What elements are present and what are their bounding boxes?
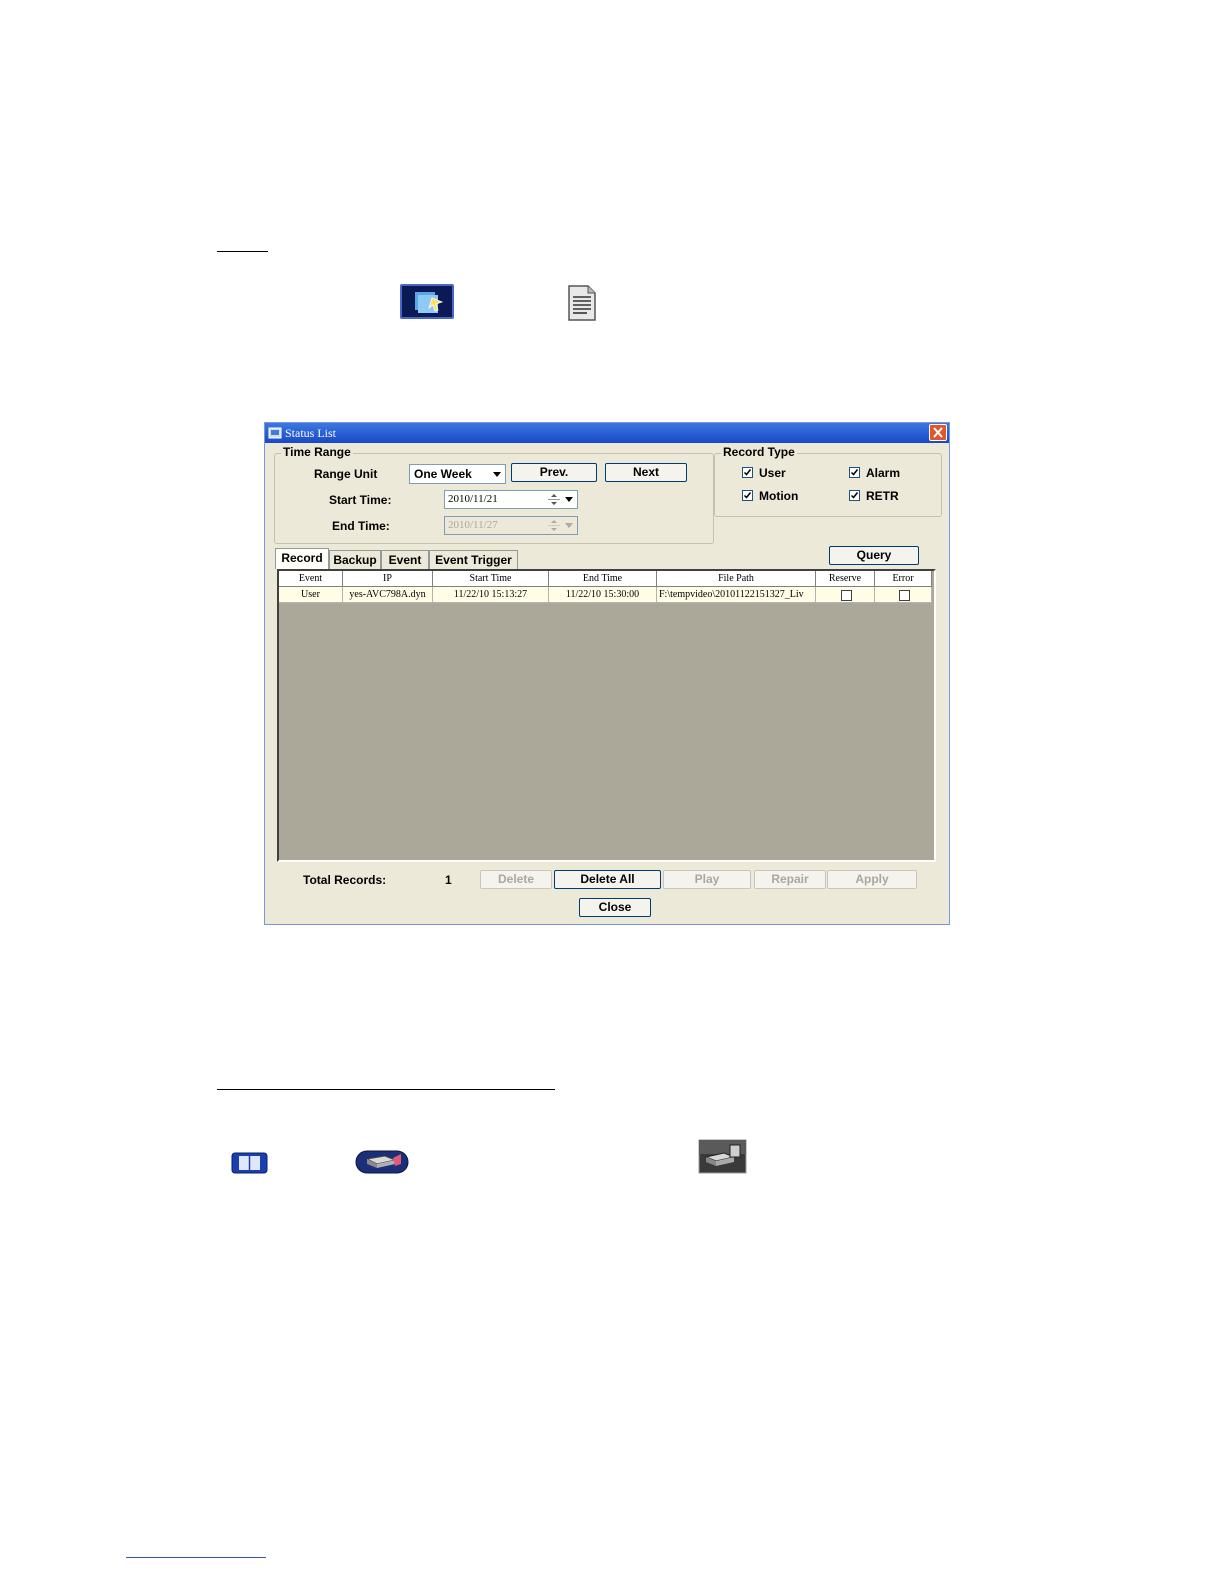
tab-record[interactable]: Record [275, 548, 329, 569]
tab-event-trigger[interactable]: Event Trigger [429, 550, 518, 569]
cell-reserve [816, 587, 875, 603]
column-header-error[interactable]: Error [875, 571, 932, 587]
spinner-icon [547, 518, 561, 533]
user-checkbox[interactable] [742, 467, 753, 478]
start-time-label: Start Time: [329, 493, 392, 507]
backup-drive-icon [355, 1150, 409, 1174]
start-time-picker[interactable]: 2010/11/21 [444, 490, 578, 509]
chevron-down-icon [562, 518, 576, 533]
section-underline-top [217, 251, 268, 252]
section-underline-middle [217, 1089, 555, 1090]
table-header: Event IP Start Time End Time File Path R… [279, 571, 932, 587]
motion-checkbox-label: Motion [759, 489, 799, 503]
chevron-down-icon[interactable] [490, 466, 504, 482]
next-button[interactable]: Next [605, 463, 687, 482]
retr-checkbox[interactable] [849, 490, 860, 501]
cell-end-time: 11/22/10 15:30:00 [549, 587, 657, 603]
window-title: Status List [285, 426, 337, 440]
tab-backup[interactable]: Backup [329, 550, 381, 569]
time-range-legend: Time Range [281, 445, 353, 459]
column-header-file-path[interactable]: File Path [657, 571, 816, 587]
column-header-event[interactable]: Event [279, 571, 343, 587]
cell-start-time: 11/22/10 15:13:27 [433, 587, 549, 603]
cell-error [875, 587, 932, 603]
title-bar[interactable]: Status List [265, 423, 949, 443]
close-icon [933, 427, 943, 438]
close-button[interactable]: Close [579, 898, 651, 917]
status-list-icon [400, 284, 454, 319]
error-checkbox[interactable] [899, 590, 910, 601]
book-icon [231, 1152, 268, 1174]
repair-button[interactable]: Repair [754, 870, 826, 889]
user-checkbox-label: User [759, 466, 786, 480]
record-table: Event IP Start Time End Time File Path R… [277, 569, 936, 862]
start-time-value: 2010/11/21 [448, 493, 498, 505]
total-records-value: 1 [445, 873, 452, 887]
range-unit-value: One Week [414, 467, 472, 481]
document-icon [566, 284, 598, 322]
drive-icon [698, 1139, 747, 1174]
query-button[interactable]: Query [829, 546, 919, 565]
footnote-rule [126, 1557, 266, 1558]
delete-all-button[interactable]: Delete All [554, 870, 661, 889]
end-time-label: End Time: [332, 519, 390, 533]
cell-ip: yes-AVC798A.dyn [343, 587, 433, 603]
cell-event: User [279, 587, 343, 603]
cell-file-path: F:\tempvideo\20101122151327_Liv [657, 587, 816, 603]
record-type-group: Record Type [714, 445, 942, 517]
table-row[interactable]: User yes-AVC798A.dyn 11/22/10 15:13:27 1… [279, 587, 932, 603]
reserve-checkbox[interactable] [841, 590, 852, 601]
tab-event[interactable]: Event [381, 550, 429, 569]
total-records-label: Total Records: [303, 873, 387, 887]
column-header-start-time[interactable]: Start Time [433, 571, 549, 587]
status-list-window: Status List Time Range Range Unit One We… [264, 422, 950, 925]
prev-button[interactable]: Prev. [511, 463, 597, 482]
alarm-checkbox[interactable] [849, 467, 860, 478]
range-unit-label: Range Unit [314, 467, 378, 481]
column-header-ip[interactable]: IP [343, 571, 433, 587]
column-header-reserve[interactable]: Reserve [816, 571, 875, 587]
motion-checkbox[interactable] [742, 490, 753, 501]
delete-button[interactable]: Delete [480, 870, 552, 889]
record-type-legend: Record Type [721, 445, 797, 459]
end-time-picker: 2010/11/27 [444, 516, 578, 535]
spinner-icon[interactable] [547, 492, 561, 507]
retr-checkbox-label: RETR [866, 489, 899, 503]
range-unit-select[interactable]: One Week [409, 464, 506, 484]
column-header-end-time[interactable]: End Time [549, 571, 657, 587]
close-window-button[interactable] [929, 424, 947, 441]
alarm-checkbox-label: Alarm [866, 466, 901, 480]
end-time-value: 2010/11/27 [448, 519, 498, 531]
chevron-down-icon[interactable] [562, 492, 576, 507]
play-button[interactable]: Play [663, 870, 751, 889]
app-icon [268, 426, 282, 440]
apply-button[interactable]: Apply [827, 870, 917, 889]
